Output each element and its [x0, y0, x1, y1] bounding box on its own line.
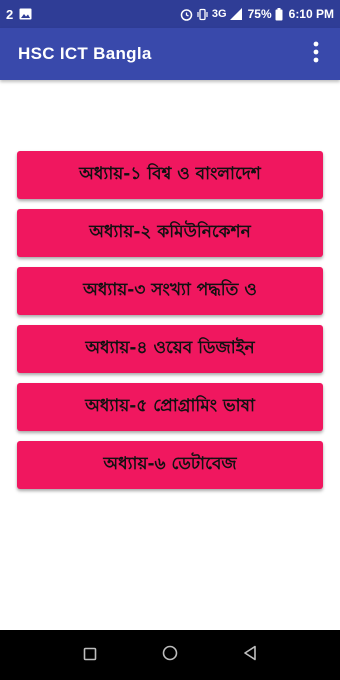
home-button[interactable]	[150, 635, 190, 675]
recents-icon	[83, 646, 97, 665]
status-left: 2	[6, 7, 32, 22]
overflow-menu-button[interactable]	[304, 36, 328, 72]
status-bar: 2 3G 75% 6:10 PM	[0, 0, 340, 28]
network-type: 3G	[211, 8, 227, 20]
status-right: 3G 75% 6:10 PM	[180, 7, 334, 21]
recents-button[interactable]	[70, 635, 110, 675]
clock-time: 6:10 PM	[288, 7, 334, 21]
signal-icon	[229, 8, 242, 20]
navigation-bar	[0, 630, 340, 680]
app-bar: HSC ICT Bangla	[0, 28, 340, 80]
alarm-icon	[180, 8, 193, 21]
more-vert-icon	[313, 40, 319, 68]
image-notification-icon	[19, 8, 32, 20]
chapter-6-button[interactable]: অধ্যায়-৬ ডেটাবেজ	[17, 441, 323, 489]
chapter-1-button[interactable]: অধ্যায়-১ বিশ্ব ও বাংলাদেশ	[17, 151, 323, 199]
battery-icon	[275, 7, 283, 21]
back-icon	[243, 645, 257, 665]
notification-count: 2	[6, 6, 14, 22]
chapter-list: অধ্যায়-১ বিশ্ব ও বাংলাদেশ অধ্যায়-২ কমি…	[17, 151, 323, 489]
chapter-5-button[interactable]: অধ্যায়-৫ প্রোগ্রামিং ভাষা	[17, 383, 323, 431]
app-title: HSC ICT Bangla	[18, 44, 152, 63]
home-icon	[162, 645, 178, 665]
chapter-2-button[interactable]: অধ্যায়-২ কমিউনিকেশন	[17, 209, 323, 257]
vibrate-icon	[196, 8, 209, 21]
chapter-4-button[interactable]: অধ্যায়-৪ ওয়েব ডিজাইন	[17, 325, 323, 373]
battery-percent: 75%	[247, 7, 272, 21]
back-button[interactable]	[230, 635, 270, 675]
chapter-3-button[interactable]: অধ্যায়-৩ সংখ্যা পদ্ধতি ও	[17, 267, 323, 315]
